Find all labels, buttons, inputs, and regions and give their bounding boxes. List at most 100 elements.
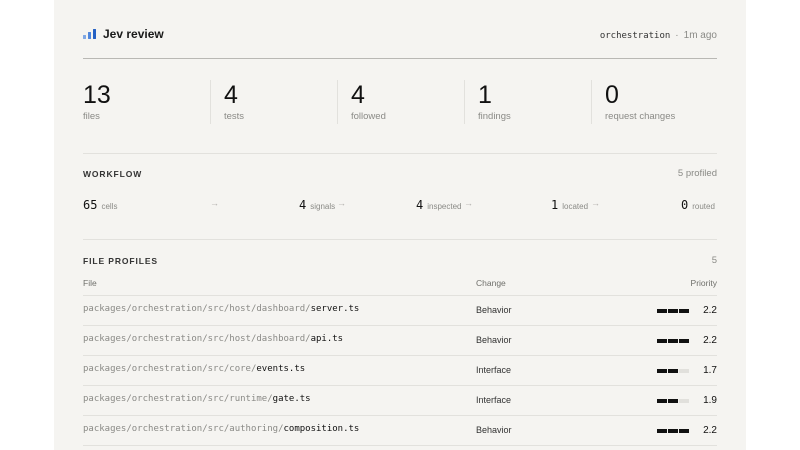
priority-segment bbox=[657, 369, 667, 373]
file-name: composition.ts bbox=[283, 424, 360, 434]
stat-value: 1 bbox=[478, 81, 492, 109]
meta-separator: · bbox=[675, 30, 679, 41]
priority-cell: 1.9 bbox=[657, 395, 717, 407]
change-type: Behavior bbox=[476, 305, 512, 315]
priority-cell: 2.2 bbox=[657, 305, 717, 317]
priority-cell: 1.7 bbox=[657, 365, 717, 377]
step-value: 4 bbox=[416, 198, 424, 212]
row-divider bbox=[83, 445, 717, 446]
file-dir: packages/orchestration/src/host/dashboar… bbox=[83, 304, 311, 314]
file-name: server.ts bbox=[310, 304, 360, 314]
priority-segment bbox=[679, 339, 689, 343]
bar-chart-icon bbox=[83, 29, 97, 39]
priority-segment bbox=[657, 309, 667, 313]
priority-segment bbox=[679, 399, 689, 403]
header-divider bbox=[83, 58, 717, 59]
file-path[interactable]: packages/orchestration/src/authoring/com… bbox=[83, 424, 359, 434]
file-name: api.ts bbox=[310, 334, 344, 344]
step-label: inspected bbox=[427, 202, 462, 211]
column-header-priority[interactable]: Priority bbox=[691, 278, 717, 288]
workflow-step-routed: 0 routed bbox=[681, 196, 715, 214]
file-dir: packages/orchestration/src/core/ bbox=[83, 364, 257, 374]
step-label: cells bbox=[101, 202, 118, 211]
table-row[interactable]: packages/orchestration/src/host/dashboar… bbox=[83, 326, 717, 356]
priority-segment bbox=[679, 369, 689, 373]
file-dir: packages/orchestration/src/host/dashboar… bbox=[83, 334, 311, 344]
priority-segment bbox=[657, 399, 667, 403]
priority-segment bbox=[668, 399, 678, 403]
review-title: Jev review bbox=[103, 27, 164, 41]
review-header: Jev review orchestration · 1m ago bbox=[83, 27, 717, 47]
priority-segment bbox=[679, 429, 689, 433]
stat-divider bbox=[210, 80, 211, 124]
stats-row: 13 files 4 tests 4 followed 1 findings 0… bbox=[83, 80, 717, 126]
stat-label: tests bbox=[224, 111, 245, 122]
priority-cell: 2.2 bbox=[657, 335, 717, 347]
priority-segment bbox=[668, 309, 678, 313]
scope-label[interactable]: orchestration bbox=[600, 31, 670, 41]
priority-segment bbox=[657, 429, 667, 433]
file-path[interactable]: packages/orchestration/src/runtime/gate.… bbox=[83, 394, 311, 404]
priority-bars bbox=[657, 429, 689, 433]
priority-segment bbox=[668, 429, 678, 433]
workflow-count: 5 profiled bbox=[677, 168, 717, 179]
priority-segment bbox=[657, 339, 667, 343]
file-dir: packages/orchestration/src/authoring/ bbox=[83, 424, 284, 434]
workflow-step-located: 1 located bbox=[551, 196, 588, 214]
priority-cell: 2.2 bbox=[657, 425, 717, 437]
priority-bars bbox=[657, 369, 689, 373]
timestamp: 1m ago bbox=[683, 30, 717, 41]
priority-bars bbox=[657, 339, 689, 343]
file-path[interactable]: packages/orchestration/src/host/dashboar… bbox=[83, 334, 343, 344]
workflow-step-cells: 65 cells bbox=[83, 196, 117, 214]
arrow-right-icon: → bbox=[464, 198, 473, 208]
step-label: signals bbox=[310, 202, 336, 211]
step-value: 0 bbox=[681, 198, 689, 212]
stat-label: findings bbox=[478, 111, 511, 122]
stat-label: files bbox=[83, 111, 100, 122]
arrow-right-icon: → bbox=[337, 198, 346, 208]
stat-value: 13 bbox=[83, 81, 111, 109]
stat-divider bbox=[591, 80, 592, 124]
step-label: located bbox=[562, 202, 589, 211]
table-row[interactable]: packages/orchestration/src/host/dashboar… bbox=[83, 296, 717, 326]
priority-segment bbox=[679, 309, 689, 313]
stat-divider bbox=[464, 80, 465, 124]
stat-label: followed bbox=[351, 111, 386, 122]
change-type: Interface bbox=[476, 365, 512, 375]
step-value: 65 bbox=[83, 198, 98, 212]
step-value: 1 bbox=[551, 198, 559, 212]
file-name: events.ts bbox=[256, 364, 306, 374]
priority-value: 2.2 bbox=[703, 335, 717, 346]
table-row[interactable]: packages/orchestration/src/core/events.t… bbox=[83, 356, 717, 386]
step-value: 4 bbox=[299, 198, 307, 212]
priority-bars bbox=[657, 399, 689, 403]
priority-value: 2.2 bbox=[703, 425, 717, 436]
workflow-step-inspected: 4 inspected bbox=[416, 196, 461, 214]
arrow-right-icon: → bbox=[591, 198, 600, 208]
priority-value: 2.2 bbox=[703, 305, 717, 316]
file-path[interactable]: packages/orchestration/src/core/events.t… bbox=[83, 364, 305, 374]
priority-value: 1.9 bbox=[703, 395, 717, 406]
stats-divider bbox=[83, 153, 717, 154]
stat-findings: 1 findings bbox=[478, 80, 511, 126]
workflow-heading: WORKFLOW bbox=[83, 169, 143, 179]
priority-bars bbox=[657, 309, 689, 313]
review-card: Jev review orchestration · 1m ago 13 files… bbox=[54, 0, 746, 450]
file-dir: packages/orchestration/src/runtime/ bbox=[83, 394, 273, 404]
priority-segment bbox=[668, 369, 678, 373]
priority-value: 1.7 bbox=[703, 365, 717, 376]
table-row[interactable]: packages/orchestration/src/authoring/com… bbox=[83, 416, 717, 446]
table-row[interactable]: packages/orchestration/src/runtime/gate.… bbox=[83, 386, 717, 416]
stat-label: request changes bbox=[605, 111, 676, 122]
file-profiles-heading: FILE PROFILES bbox=[83, 256, 158, 266]
column-header-change[interactable]: Change bbox=[476, 278, 506, 288]
stat-divider bbox=[337, 80, 338, 124]
stat-tests: 4 tests bbox=[224, 80, 244, 126]
workflow-divider bbox=[83, 239, 717, 240]
column-header-file[interactable]: File bbox=[83, 278, 97, 288]
file-path[interactable]: packages/orchestration/src/host/dashboar… bbox=[83, 304, 359, 314]
workflow-pipeline: 65 cells → 4 signals → 4 inspected → 1 locat… bbox=[83, 196, 717, 212]
workflow-step-signals: 4 signals bbox=[299, 196, 335, 214]
stat-value: 4 bbox=[351, 81, 365, 109]
